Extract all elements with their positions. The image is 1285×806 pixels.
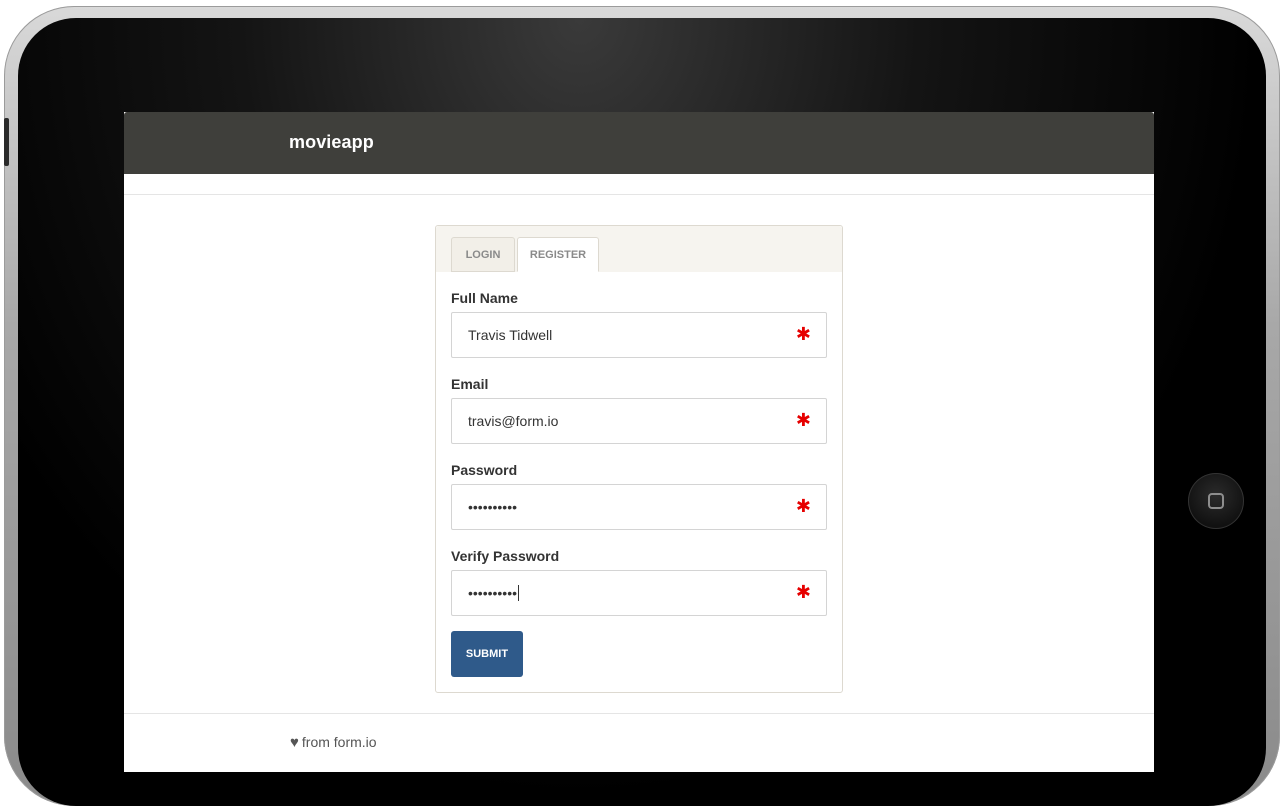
email-label: Email: [451, 376, 489, 392]
app-screen: movieapp LOGIN REGISTER Full Name Travis…: [124, 112, 1154, 772]
full-name-input[interactable]: Travis Tidwell ✱: [451, 312, 827, 358]
password-input[interactable]: •••••••••• ✱: [451, 484, 827, 530]
email-value: travis@form.io: [468, 413, 559, 429]
verify-password-input[interactable]: •••••••••• ✱: [451, 570, 827, 616]
heart-icon: ♥: [290, 734, 299, 751]
verify-password-value-wrap: ••••••••••: [468, 585, 520, 601]
password-value: ••••••••••: [468, 499, 518, 515]
required-asterisk-icon: ✱: [795, 324, 811, 344]
required-asterisk-icon: ✱: [795, 410, 811, 430]
verify-password-label: Verify Password: [451, 548, 560, 564]
full-name-label: Full Name: [451, 290, 518, 306]
email-input[interactable]: travis@form.io ✱: [451, 398, 827, 444]
password-label: Password: [451, 462, 518, 478]
navbar: movieapp: [124, 112, 1154, 174]
footer: ♥ from form.io: [290, 734, 377, 751]
footer-text[interactable]: from form.io: [302, 734, 377, 750]
required-asterisk-icon: ✱: [795, 496, 811, 516]
tab-register[interactable]: REGISTER: [517, 237, 599, 272]
side-switch: [4, 118, 9, 166]
panel-header: LOGIN REGISTER: [436, 226, 842, 272]
required-asterisk-icon: ✱: [795, 582, 811, 602]
verify-password-value: ••••••••••: [468, 585, 518, 601]
tab-login[interactable]: LOGIN: [451, 237, 515, 272]
full-name-value: Travis Tidwell: [468, 327, 553, 343]
submit-button[interactable]: SUBMIT: [451, 631, 523, 677]
home-button[interactable]: [1188, 473, 1244, 529]
brand-title[interactable]: movieapp: [289, 132, 374, 153]
auth-panel: LOGIN REGISTER Full Name Travis Tidwell …: [435, 225, 843, 693]
home-square-icon: [1208, 493, 1224, 509]
text-caret: [518, 585, 520, 601]
footer-divider: [124, 713, 1154, 714]
navbar-divider: [124, 194, 1154, 195]
